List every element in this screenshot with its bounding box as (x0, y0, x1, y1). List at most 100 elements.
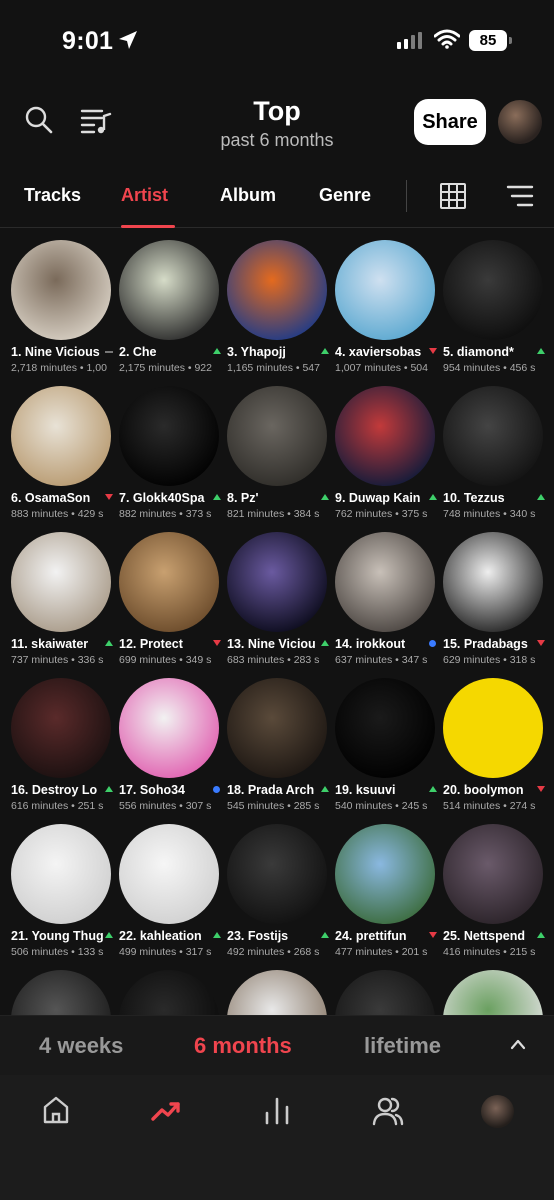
artist-image (335, 532, 435, 632)
sort-icon[interactable] (506, 184, 534, 208)
artist-card[interactable]: 23. Fostijs 492 minutes • 268 s (227, 824, 335, 964)
artist-name: 2. Che (119, 345, 157, 359)
artist-card[interactable]: 24. prettifun 477 minutes • 201 s (335, 824, 443, 964)
artist-card[interactable]: 16. Destroy Lo 616 minutes • 251 s (11, 678, 119, 818)
artist-card[interactable]: 3. Yhapojj 1,165 minutes • 547 (227, 240, 335, 380)
artist-stats: 514 minutes • 274 s (443, 800, 536, 812)
artist-image (335, 824, 435, 924)
artist-card[interactable]: 20. boolymon 514 minutes • 274 s (443, 678, 551, 818)
artist-stats: 2,718 minutes • 1,00 (11, 362, 107, 374)
artist-image (11, 970, 111, 1015)
rank-trend-up-icon (321, 786, 329, 792)
artist-stats: 506 minutes • 133 s (11, 946, 104, 958)
grid-view-icon[interactable] (439, 182, 467, 210)
artist-image (227, 532, 327, 632)
artist-card[interactable] (443, 970, 551, 1015)
artist-card[interactable]: 15. Pradabags 629 minutes • 318 s (443, 532, 551, 672)
artist-stats: 683 minutes • 283 s (227, 654, 320, 666)
tab-genre[interactable]: Genre (319, 185, 371, 206)
artist-card[interactable]: 12. Protect 699 minutes • 349 s (119, 532, 227, 672)
tabs-divider (406, 180, 407, 212)
artist-card[interactable]: 6. OsamaSon 883 minutes • 429 s (11, 386, 119, 526)
artist-stats: 748 minutes • 340 s (443, 508, 536, 520)
period-4-weeks[interactable]: 4 weeks (39, 1033, 123, 1059)
artist-image (227, 678, 327, 778)
tab-artist[interactable]: Artist (121, 185, 168, 206)
artist-name: 12. Protect (119, 637, 183, 651)
artist-card[interactable] (227, 970, 335, 1015)
artist-card[interactable]: 17. Soho34 556 minutes • 307 s (119, 678, 227, 818)
bottom-nav (0, 1075, 554, 1200)
stats-icon[interactable] (262, 1095, 292, 1125)
artist-image (443, 386, 543, 486)
artist-card[interactable] (11, 970, 119, 1015)
artist-name: 24. prettifun (335, 929, 407, 943)
artist-name: 1. Nine Vicious (11, 345, 100, 359)
status-bar: 9:01 85 (0, 0, 554, 80)
artist-image (119, 532, 219, 632)
artist-image (443, 240, 543, 340)
rank-trend-up-icon (429, 494, 437, 500)
artist-card[interactable]: 4. xaviersobas 1,007 minutes • 504 (335, 240, 443, 380)
artist-name: 6. OsamaSon (11, 491, 91, 505)
artist-stats: 699 minutes • 349 s (119, 654, 212, 666)
rank-trend-up-icon (213, 494, 221, 500)
artist-image (227, 240, 327, 340)
category-tabs: Tracks Artist Album Genre (0, 170, 554, 228)
trending-icon[interactable] (151, 1099, 181, 1123)
period-6-months[interactable]: 6 months (194, 1033, 292, 1059)
artist-card[interactable]: 25. Nettspend 416 minutes • 215 s (443, 824, 551, 964)
rank-trend-down-icon (537, 640, 545, 646)
artist-card[interactable]: 22. kahleation 499 minutes • 317 s (119, 824, 227, 964)
battery-indicator: 85 (469, 30, 512, 51)
artist-name: 3. Yhapojj (227, 345, 286, 359)
artist-card[interactable]: 18. Prada Arch 545 minutes • 285 s (227, 678, 335, 818)
artist-card[interactable]: 19. ksuuvi 540 minutes • 245 s (335, 678, 443, 818)
artist-stats: 637 minutes • 347 s (335, 654, 428, 666)
home-icon[interactable] (42, 1095, 70, 1125)
artist-card[interactable]: 11. skaiwater 737 minutes • 336 s (11, 532, 119, 672)
artist-name: 7. Glokk40Spa (119, 491, 205, 505)
artist-image (11, 386, 111, 486)
artist-image (335, 970, 435, 1015)
artist-card[interactable] (119, 970, 227, 1015)
artist-card[interactable]: 1. Nine Vicious 2,718 minutes • 1,00 (11, 240, 119, 380)
chevron-up-icon[interactable] (510, 1038, 526, 1050)
profile-avatar[interactable] (481, 1095, 514, 1128)
artist-card[interactable]: 9. Duwap Kain 762 minutes • 375 s (335, 386, 443, 526)
user-avatar[interactable] (498, 100, 542, 144)
artist-image (443, 970, 543, 1015)
artist-card[interactable]: 13. Nine Viciou 683 minutes • 283 s (227, 532, 335, 672)
status-time: 9:01 (62, 27, 114, 55)
artist-image (119, 386, 219, 486)
artist-image (335, 678, 435, 778)
artist-card[interactable]: 7. Glokk40Spa 882 minutes • 373 s (119, 386, 227, 526)
rank-trend-down-icon (213, 640, 221, 646)
artist-stats: 492 minutes • 268 s (227, 946, 320, 958)
artist-name: 16. Destroy Lo (11, 783, 98, 797)
friends-icon[interactable] (372, 1095, 404, 1127)
rank-trend-new-icon (213, 786, 220, 793)
period-lifetime[interactable]: lifetime (364, 1033, 441, 1059)
artist-card[interactable]: 21. Young Thug 506 minutes • 133 s (11, 824, 119, 964)
artist-card[interactable]: 2. Che 2,175 minutes • 922 (119, 240, 227, 380)
artist-card[interactable]: 10. Tezzus 748 minutes • 340 s (443, 386, 551, 526)
rank-trend-up-icon (105, 786, 113, 792)
artist-card[interactable] (335, 970, 443, 1015)
artist-card[interactable]: 5. diamond* 954 minutes • 456 s (443, 240, 551, 380)
artist-name: 8. Pz' (227, 491, 259, 505)
artist-name: 4. xaviersobas (335, 345, 422, 359)
artist-card[interactable]: 14. irokkout 637 minutes • 347 s (335, 532, 443, 672)
artist-card[interactable]: 8. Pz' 821 minutes • 384 s (227, 386, 335, 526)
artist-stats: 1,165 minutes • 547 (227, 362, 320, 374)
artist-stats: 629 minutes • 318 s (443, 654, 536, 666)
share-button[interactable]: Share (414, 99, 486, 145)
artist-stats: 954 minutes • 456 s (443, 362, 536, 374)
tab-album[interactable]: Album (220, 185, 276, 206)
artist-name: 13. Nine Viciou (227, 637, 316, 651)
rank-trend-up-icon (537, 494, 545, 500)
artist-stats: 616 minutes • 251 s (11, 800, 104, 812)
artist-name: 21. Young Thug (11, 929, 104, 943)
artist-image (119, 240, 219, 340)
tab-tracks[interactable]: Tracks (24, 185, 81, 206)
